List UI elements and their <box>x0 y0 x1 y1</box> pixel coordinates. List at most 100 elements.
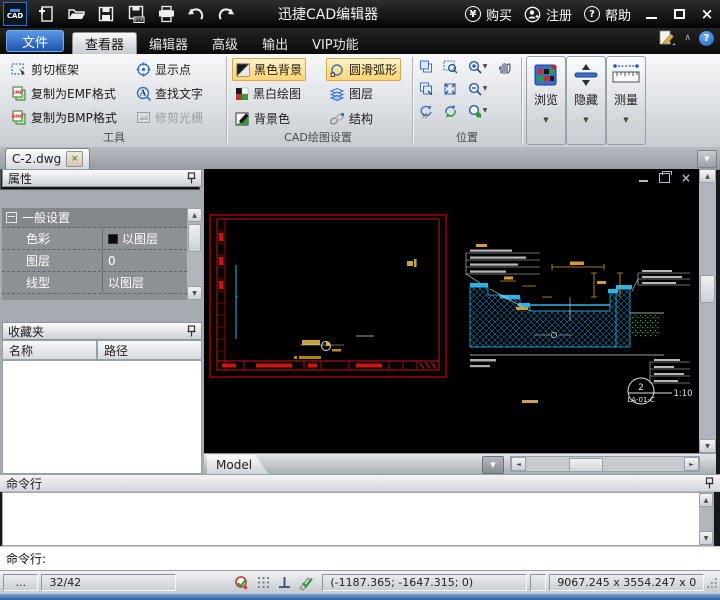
pin-icon[interactable] <box>187 172 196 184</box>
drawing-canvas[interactable]: 2 LA-01-C 1:10 × <box>204 169 699 453</box>
tab-output[interactable]: 输出 <box>250 32 300 54</box>
model-tab[interactable]: Model <box>207 455 269 475</box>
rotate-35-button[interactable]: 35° <box>416 102 436 119</box>
dropdown-icon: ▼ <box>583 116 588 124</box>
maximize-button[interactable] <box>666 3 692 25</box>
black-background-toggle[interactable]: 黑色背景 <box>232 58 306 81</box>
scroll-up-icon[interactable]: ▲ <box>699 169 716 183</box>
mdi-minimize-icon[interactable] <box>639 180 648 182</box>
close-button[interactable]: × <box>694 3 720 25</box>
annotate-icon[interactable] <box>658 30 676 46</box>
cut-frame-button[interactable]: 剪切框架 <box>8 59 82 80</box>
zoom-in-button[interactable]: ▼ <box>464 58 491 75</box>
property-row-color[interactable]: 色彩 以图层 <box>2 228 187 250</box>
copy-bmp-button[interactable]: BMP 复制为BMP格式 <box>8 107 120 128</box>
scroll-down-icon[interactable]: ▼ <box>699 531 713 545</box>
tab-viewer[interactable]: 查看器 <box>72 32 137 55</box>
print-button[interactable] <box>151 2 181 26</box>
draft-check-icon[interactable] <box>298 575 314 591</box>
tab-list-dropdown[interactable]: ▼ <box>697 150 717 168</box>
scroll-up-icon[interactable]: ▲ <box>187 208 202 222</box>
scroll-down-icon[interactable]: ▼ <box>187 286 202 300</box>
pan-button[interactable] <box>494 58 514 75</box>
save-button[interactable] <box>91 2 121 26</box>
menu-file-button[interactable]: 文件 <box>6 30 64 52</box>
command-scrollbar[interactable]: ▲ ▼ <box>699 493 713 545</box>
zoom-selected-button[interactable]: ▼ <box>464 102 491 119</box>
trim-raster-button[interactable]: 修剪光栅 <box>133 107 206 128</box>
smooth-arc-toggle[interactable]: 圆滑弧形 <box>326 58 401 81</box>
property-section[interactable]: 一般设置 <box>2 208 187 228</box>
refresh-view-button[interactable] <box>440 102 460 119</box>
copy-view-button[interactable] <box>416 58 436 75</box>
minimize-button[interactable] <box>638 3 664 25</box>
copy-view2-button[interactable] <box>416 80 436 97</box>
collapse-icon[interactable] <box>6 212 17 223</box>
window-bottom-border <box>0 594 720 600</box>
canvas-horizontal-scrollbar[interactable]: ◄ ► <box>510 456 700 472</box>
layers-button[interactable]: 图层 <box>326 83 376 104</box>
column-path[interactable]: 路径 <box>97 340 202 360</box>
tab-close-icon[interactable]: × <box>66 151 83 167</box>
zoom-window-button[interactable] <box>440 58 460 75</box>
scroll-thumb[interactable] <box>569 458 603 472</box>
register-button[interactable]: 注册 <box>519 5 577 24</box>
property-row-layer[interactable]: 图层 0 <box>2 250 187 272</box>
ortho-icon[interactable] <box>277 575 292 590</box>
find-text-button[interactable]: A 查找文字 <box>133 83 206 104</box>
new-file-button[interactable] <box>31 2 61 26</box>
scroll-left-icon[interactable]: ◄ <box>511 457 526 471</box>
grid-icon[interactable] <box>256 575 271 590</box>
save-as-pdf-button[interactable]: PDF <box>121 2 151 26</box>
scroll-right-icon[interactable]: ► <box>684 457 699 471</box>
buy-button[interactable]: ¥ 购买 <box>460 5 517 24</box>
command-input[interactable]: 命令行: <box>0 546 720 570</box>
show-points-button[interactable]: 显示点 <box>133 59 194 80</box>
collapse-ribbon-button[interactable]: ∧ <box>684 33 691 43</box>
tab-editor[interactable]: 编辑器 <box>137 32 200 54</box>
status-more[interactable]: ... <box>3 574 38 591</box>
cut-frame-icon <box>11 62 27 77</box>
bw-drawing-button[interactable]: 黑白绘图 <box>232 83 304 104</box>
scroll-thumb[interactable] <box>188 224 201 252</box>
zoom-out-button[interactable]: ▼ <box>464 80 491 97</box>
background-color-button[interactable]: 背景色 <box>232 108 293 129</box>
maximize-icon <box>674 9 685 19</box>
svg-text:A: A <box>139 88 147 98</box>
undo-button[interactable] <box>181 2 211 26</box>
scroll-down-icon[interactable]: ▼ <box>699 439 716 453</box>
pin-icon[interactable] <box>705 477 714 489</box>
tab-advanced[interactable]: 高级 <box>200 32 250 54</box>
help-button[interactable]: ? 帮助 <box>579 5 636 24</box>
hide-button[interactable]: 隐藏 ▼ <box>566 56 606 145</box>
command-history[interactable]: ▲ ▼ <box>2 492 714 546</box>
ribbon-help-icon[interactable]: ? <box>699 31 714 46</box>
column-name[interactable]: 名称 <box>2 340 97 360</box>
layout-list-dropdown[interactable]: ▼ <box>482 456 504 474</box>
copy-emf-button[interactable]: EMF 复制为EMF格式 <box>8 83 119 104</box>
object-snap-icon[interactable] <box>234 575 250 591</box>
tab-vip[interactable]: VIP功能 <box>300 32 371 54</box>
redo-button[interactable] <box>211 2 241 26</box>
favorites-panel-header: 收藏夹 <box>2 322 202 340</box>
open-file-button[interactable] <box>61 2 91 26</box>
resize-grip[interactable] <box>706 577 718 589</box>
properties-panel-header: 属性 <box>2 169 202 187</box>
structure-button[interactable]: 结构 <box>326 108 376 129</box>
browse-button[interactable]: 浏览 ▼ <box>526 56 566 145</box>
mdi-restore-icon[interactable] <box>659 173 670 183</box>
canvas-vertical-scrollbar[interactable]: ▲ ▼ <box>699 169 716 453</box>
fit-view-button[interactable] <box>440 80 460 97</box>
favorites-columns: 名称 路径 <box>2 340 202 360</box>
scroll-thumb[interactable] <box>700 275 715 303</box>
trim-raster-icon <box>136 110 151 125</box>
favorites-list[interactable] <box>2 360 202 474</box>
scroll-up-icon[interactable]: ▲ <box>699 493 713 507</box>
measure-button[interactable]: 测量 ▼ <box>606 56 646 145</box>
document-tab[interactable]: C-2.dwg × <box>5 148 90 169</box>
property-scrollbar[interactable]: ▲ ▼ <box>187 208 202 300</box>
property-row-linetype[interactable]: 线型 以图层 <box>2 272 187 294</box>
document-tab-bar: C-2.dwg × <box>0 147 720 170</box>
pin-icon[interactable] <box>187 325 196 337</box>
mdi-close-icon[interactable]: × <box>681 173 691 183</box>
